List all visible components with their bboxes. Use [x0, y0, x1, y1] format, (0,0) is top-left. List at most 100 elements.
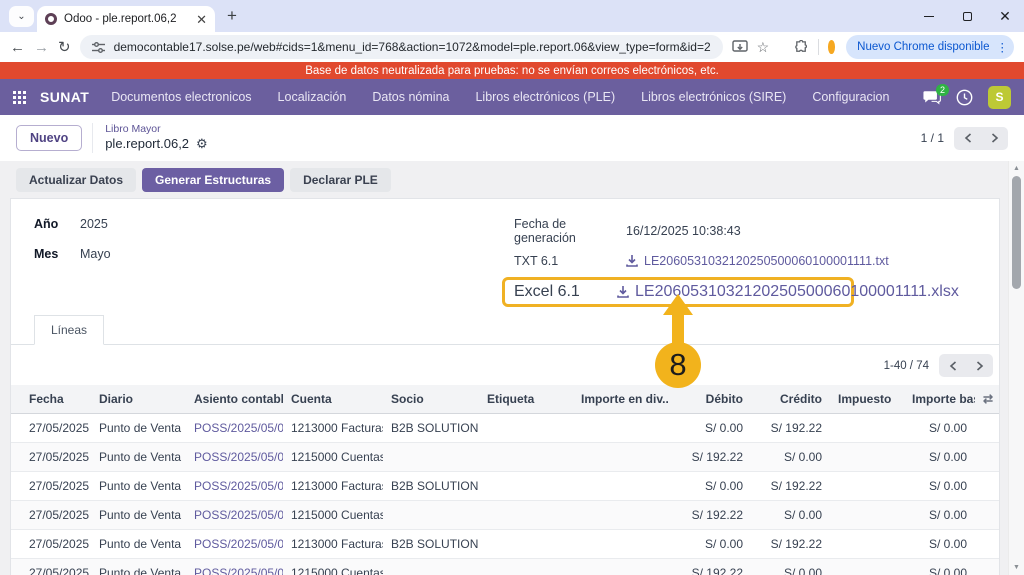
minimize-button[interactable] — [910, 0, 948, 32]
messages-button[interactable]: 2 — [923, 90, 941, 105]
vertical-scrollbar[interactable]: ▲ ▼ — [1008, 161, 1024, 575]
table-cell[interactable]: S/ 0.00 — [904, 472, 975, 501]
profile-avatar-icon[interactable] — [828, 40, 835, 54]
list-previous-button[interactable] — [939, 354, 966, 377]
table-cell[interactable]: 1215000 Cuentas... — [283, 501, 383, 530]
address-bar[interactable]: democontable17.solse.pe/web#cids=1&menu_… — [80, 35, 723, 59]
table-cell[interactable] — [573, 559, 668, 575]
table-cell[interactable] — [383, 501, 479, 530]
table-cell[interactable]: S/ 0.00 — [668, 414, 751, 443]
table-cell[interactable]: POSS/2025/05/0... — [186, 530, 283, 559]
install-icon[interactable] — [732, 40, 748, 54]
table-cell[interactable]: 27/05/2025 — [11, 443, 91, 472]
browser-menu-icon[interactable]: ⋮ — [997, 40, 1009, 54]
tab-lineas[interactable]: Líneas — [34, 315, 104, 345]
table-cell[interactable]: S/ 192.22 — [751, 414, 830, 443]
table-row[interactable]: 27/05/2025 Punto de Venta POSS/2025/05/0… — [11, 472, 1000, 501]
table-cell[interactable]: S/ 192.22 — [668, 559, 751, 575]
tab-search-button[interactable]: ⌄ — [9, 6, 34, 27]
tab-close-icon[interactable]: ✕ — [196, 13, 207, 26]
table-cell[interactable]: Punto de Venta — [91, 559, 186, 575]
table-cell[interactable]: Punto de Venta — [91, 530, 186, 559]
table-cell[interactable]: Punto de Venta — [91, 501, 186, 530]
table-cell[interactable] — [479, 501, 573, 530]
col-fecha[interactable]: Fecha — [11, 385, 91, 414]
col-cuenta[interactable]: Cuenta — [283, 385, 383, 414]
table-cell[interactable] — [479, 472, 573, 501]
extensions-icon[interactable] — [794, 40, 809, 55]
new-tab-button[interactable]: + — [227, 6, 237, 26]
table-row[interactable]: 27/05/2025 Punto de Venta POSS/2025/05/0… — [11, 559, 1000, 575]
col-diario[interactable]: Diario — [91, 385, 186, 414]
col-importe-base[interactable]: Importe base — [904, 385, 975, 414]
col-socio[interactable]: Socio — [383, 385, 479, 414]
col-debito[interactable]: Débito — [668, 385, 751, 414]
table-cell[interactable]: S/ 0.00 — [668, 472, 751, 501]
table-cell[interactable] — [479, 530, 573, 559]
activities-clock-icon[interactable] — [956, 89, 973, 106]
optional-columns-icon[interactable]: ⇄ — [975, 385, 1000, 414]
table-cell[interactable] — [830, 530, 904, 559]
table-cell[interactable]: POSS/2025/05/0... — [186, 414, 283, 443]
nav-item[interactable]: Localización — [278, 90, 347, 104]
table-cell[interactable] — [573, 414, 668, 443]
table-cell[interactable]: S/ 192.22 — [668, 443, 751, 472]
table-cell[interactable] — [573, 443, 668, 472]
table-row[interactable]: 27/05/2025 Punto de Venta POSS/2025/05/0… — [11, 530, 1000, 559]
pager-next-button[interactable] — [981, 127, 1008, 150]
table-cell[interactable]: Punto de Venta — [91, 472, 186, 501]
back-button[interactable]: ← — [10, 39, 25, 56]
table-cell[interactable]: 27/05/2025 — [11, 414, 91, 443]
table-cell[interactable]: S/ 0.00 — [904, 501, 975, 530]
table-cell[interactable]: B2B SOLUTIONS ... — [383, 472, 479, 501]
table-row[interactable]: 27/05/2025 Punto de Venta POSS/2025/05/0… — [11, 443, 1000, 472]
table-cell[interactable] — [573, 501, 668, 530]
table-cell[interactable]: S/ 0.00 — [904, 443, 975, 472]
table-cell[interactable] — [479, 414, 573, 443]
pager-previous-button[interactable] — [954, 127, 981, 150]
table-cell[interactable] — [573, 472, 668, 501]
table-cell[interactable]: B2B SOLUTIONS ... — [383, 414, 479, 443]
table-cell[interactable]: 1213000 Facturas... — [283, 530, 383, 559]
table-cell[interactable]: 1213000 Facturas... — [283, 472, 383, 501]
declarar-ple-button[interactable]: Declarar PLE — [290, 168, 391, 192]
col-asiento[interactable]: Asiento contable — [186, 385, 283, 414]
bookmark-star-icon[interactable]: ☆ — [757, 39, 770, 56]
table-cell[interactable]: 1215000 Cuentas... — [283, 443, 383, 472]
table-cell[interactable]: S/ 0.00 — [668, 530, 751, 559]
table-cell[interactable]: Punto de Venta — [91, 414, 186, 443]
table-cell[interactable] — [830, 443, 904, 472]
reload-button[interactable]: ↻ — [58, 38, 71, 56]
table-cell[interactable]: POSS/2025/05/0... — [186, 472, 283, 501]
actualizar-datos-button[interactable]: Actualizar Datos — [16, 168, 136, 192]
browser-tab[interactable]: Odoo - ple.report.06,2 ✕ — [37, 6, 215, 32]
window-close-button[interactable]: ✕ — [986, 0, 1024, 32]
apps-grid-icon[interactable] — [13, 91, 26, 104]
user-avatar[interactable]: S — [988, 86, 1011, 109]
site-settings-icon[interactable] — [92, 41, 105, 54]
table-cell[interactable]: S/ 0.00 — [904, 559, 975, 575]
table-cell[interactable]: B2B SOLUTIONS ... — [383, 530, 479, 559]
year-value[interactable]: 2025 — [80, 217, 108, 231]
table-cell[interactable]: S/ 192.22 — [751, 472, 830, 501]
table-row[interactable]: 27/05/2025 Punto de Venta POSS/2025/05/0… — [11, 501, 1000, 530]
new-record-button[interactable]: Nuevo — [16, 125, 82, 151]
table-cell[interactable]: POSS/2025/05/0... — [186, 559, 283, 575]
table-cell[interactable]: S/ 0.00 — [904, 414, 975, 443]
table-cell[interactable] — [383, 443, 479, 472]
table-cell[interactable]: S/ 0.00 — [751, 559, 830, 575]
col-impuesto[interactable]: Impuesto — [830, 385, 904, 414]
table-cell[interactable] — [830, 414, 904, 443]
table-cell[interactable]: S/ 0.00 — [904, 530, 975, 559]
nav-item[interactable]: Documentos electronicos — [111, 90, 251, 104]
breadcrumb-parent-link[interactable]: Libro Mayor — [105, 123, 208, 136]
forward-button[interactable]: → — [34, 39, 49, 56]
table-cell[interactable]: 27/05/2025 — [11, 559, 91, 575]
table-cell[interactable]: 27/05/2025 — [11, 472, 91, 501]
table-cell[interactable]: 27/05/2025 — [11, 530, 91, 559]
list-next-button[interactable] — [966, 354, 993, 377]
chrome-update-button[interactable]: Nuevo Chrome disponible ⋮ — [846, 35, 1014, 59]
table-row[interactable]: 27/05/2025 Punto de Venta POSS/2025/05/0… — [11, 414, 1000, 443]
generar-estructuras-button[interactable]: Generar Estructuras — [142, 168, 284, 192]
col-etiqueta[interactable]: Etiqueta — [479, 385, 573, 414]
